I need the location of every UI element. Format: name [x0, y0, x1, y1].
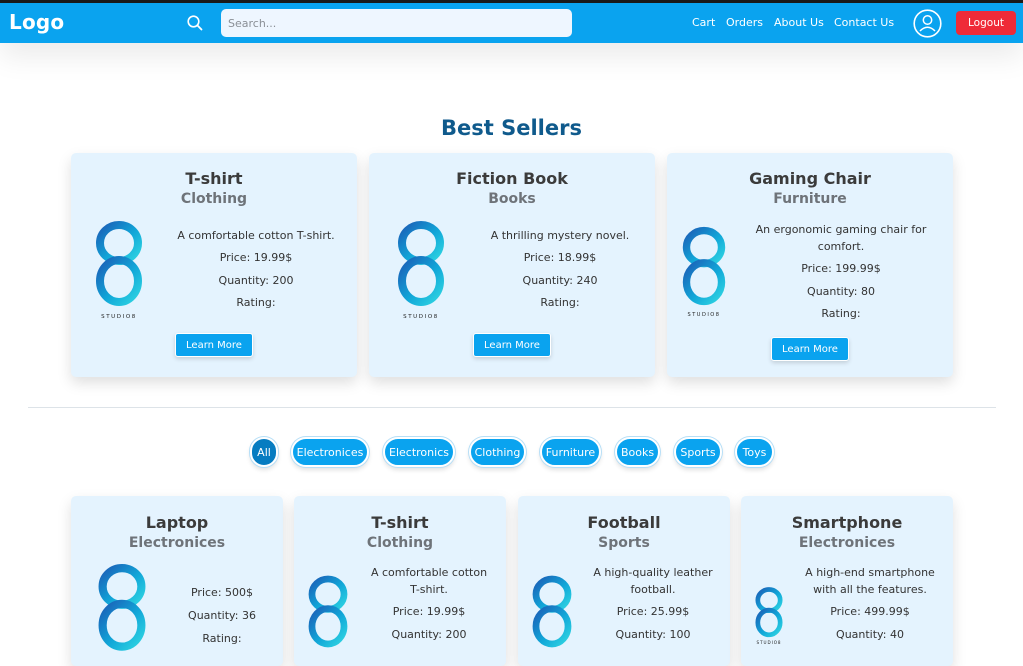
product-category: Clothing	[180, 191, 248, 207]
search-icon[interactable]	[186, 14, 204, 32]
learn-more-button[interactable]: Learn More	[175, 333, 253, 357]
filter-all[interactable]: All	[250, 437, 278, 467]
image-caption: STUDIO8	[757, 640, 782, 645]
user-account-icon[interactable]	[913, 9, 942, 38]
learn-more-button[interactable]: Learn More	[771, 337, 849, 361]
product-price: Price: 499.99$	[830, 605, 910, 618]
product-rating: Rating:	[236, 296, 276, 309]
nav-link-cart[interactable]: Cart	[692, 16, 715, 29]
product-price: Price: 19.99$	[392, 605, 466, 618]
product-price: Price: 18.99$	[523, 251, 597, 264]
product-category: Sports	[598, 535, 650, 551]
best-seller-card: T-shirt Clothing STUDIO8 A comfortable c…	[71, 153, 357, 377]
section-divider	[28, 407, 996, 408]
product-description-line-2: with all the features.	[813, 583, 927, 596]
filter-toys[interactable]: Toys	[735, 437, 774, 467]
image-caption: STUDIO8	[688, 312, 721, 318]
filter-books[interactable]: Books	[615, 437, 660, 467]
product-description: A comfortable cotton T-shirt.	[177, 229, 335, 242]
nav-link-contact-us[interactable]: Contact Us	[834, 16, 894, 29]
logo[interactable]: Logo	[9, 10, 64, 34]
product-description-line-2: T-shirt.	[410, 583, 448, 596]
product-quantity: Quantity: 200	[391, 628, 467, 641]
filter-electronics[interactable]: Electronics	[383, 437, 455, 467]
product-name: Football	[587, 513, 661, 532]
best-sellers-title: Best Sellers	[441, 116, 582, 140]
product-category: Furniture	[773, 191, 847, 207]
product-category: Clothing	[366, 535, 434, 551]
product-description: A thrilling mystery novel.	[490, 229, 630, 242]
product-card: Football Sports A high-quality leather f…	[518, 496, 730, 666]
product-description-line-1: A comfortable cotton	[370, 566, 488, 579]
product-price: Price: 25.99$	[616, 605, 690, 618]
product-description-line-1: A high-quality leather	[593, 566, 713, 579]
product-card: T-shirt Clothing A comfortable cotton T-…	[294, 496, 506, 666]
learn-more-button[interactable]: Learn More	[473, 333, 551, 357]
filter-furniture[interactable]: Furniture	[540, 437, 601, 467]
search-input[interactable]	[221, 9, 572, 37]
filter-clothing[interactable]: Clothing	[469, 437, 526, 467]
product-price: Price: 199.99$	[801, 262, 881, 275]
best-seller-card: Fiction Book Books STUDIO8 A thrilling m…	[369, 153, 655, 377]
product-card: Smartphone Electronices STUDIO8 A high-e…	[741, 496, 953, 666]
product-category: Books	[488, 191, 536, 207]
product-quantity: Quantity: 240	[522, 274, 598, 287]
product-image: STUDIO8	[682, 226, 726, 318]
product-price: Price: 500$	[190, 586, 254, 599]
product-quantity: Quantity: 40	[836, 628, 904, 641]
product-price: Price: 19.99$	[219, 251, 293, 264]
product-name: Laptop	[145, 513, 209, 532]
best-seller-card: Gaming Chair Furniture STUDIO8 An ergono…	[667, 153, 953, 377]
product-description-line-2: comfort.	[817, 240, 865, 253]
product-quantity: Quantity: 80	[807, 285, 875, 298]
product-image: STUDIO8	[755, 587, 783, 645]
logout-button[interactable]: Logout	[956, 11, 1016, 35]
product-image	[308, 575, 348, 648]
product-category: Electronices	[128, 535, 226, 551]
image-caption: STUDIO8	[403, 314, 439, 320]
product-name: T-shirt	[185, 169, 243, 188]
product-category: Electronices	[798, 535, 896, 551]
nav-link-orders[interactable]: Orders	[726, 16, 763, 29]
product-name: T-shirt	[371, 513, 429, 532]
product-description-line-2: football.	[630, 583, 676, 596]
product-rating: Rating:	[540, 296, 580, 309]
filter-electronices[interactable]: Electronices	[291, 437, 369, 467]
product-rating: Rating:	[202, 632, 242, 645]
product-name: Fiction Book	[456, 169, 568, 188]
product-image	[98, 564, 146, 651]
product-description-line-1: A high-end smartphone	[805, 566, 935, 579]
nav-link-about-us[interactable]: About Us	[774, 16, 824, 29]
filter-sports[interactable]: Sports	[674, 437, 722, 467]
product-quantity: Quantity: 36	[188, 609, 256, 622]
navbar: Logo Cart Orders About Us Contact Us Log…	[0, 3, 1023, 43]
product-name: Smartphone	[791, 513, 903, 532]
image-caption: STUDIO8	[101, 314, 137, 320]
product-quantity: Quantity: 100	[615, 628, 691, 641]
product-card: Laptop Electronices Price: 500$ Quantity…	[71, 496, 283, 666]
product-description-line-1: An ergonomic gaming chair for	[755, 223, 927, 236]
product-rating: Rating:	[821, 307, 861, 320]
product-image: STUDIO8	[398, 221, 444, 320]
product-name: Gaming Chair	[749, 169, 871, 188]
product-image: STUDIO8	[96, 221, 142, 320]
product-quantity: Quantity: 200	[218, 274, 294, 287]
product-image	[532, 575, 572, 648]
